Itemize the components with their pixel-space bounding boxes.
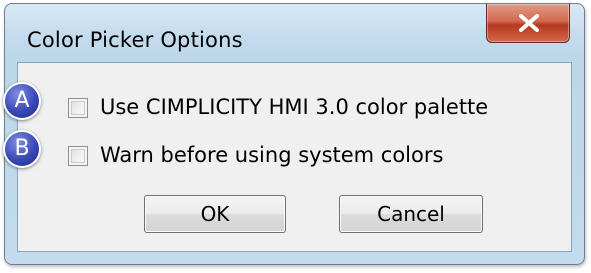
close-icon [519,14,539,32]
title-bar[interactable]: Color Picker Options [5,4,584,60]
close-button[interactable] [486,4,570,43]
color-picker-options-dialog: Color Picker Options Use CIMPLICITY HMI … [4,3,585,265]
use-cimplicity-palette-label[interactable]: Use CIMPLICITY HMI 3.0 color palette [100,95,488,119]
option-row-use-cimplicity-palette: Use CIMPLICITY HMI 3.0 color palette [18,95,571,125]
option-row-warn-system-colors: Warn before using system colors [18,143,571,173]
callout-badge-b: B [3,130,41,168]
dialog-title: Color Picker Options [27,28,243,52]
callout-badge-a: A [3,82,41,120]
dialog-content: Use CIMPLICITY HMI 3.0 color palette War… [17,62,572,252]
ok-button[interactable]: OK [144,195,286,233]
warn-system-colors-label[interactable]: Warn before using system colors [100,143,443,167]
warn-system-colors-checkbox[interactable] [68,146,88,166]
use-cimplicity-palette-checkbox[interactable] [68,98,88,118]
cancel-button[interactable]: Cancel [339,195,483,233]
